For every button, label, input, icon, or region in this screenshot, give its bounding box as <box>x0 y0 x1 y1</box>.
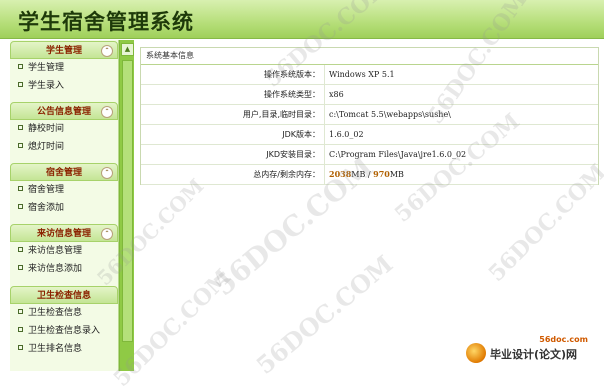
sidebar-item-student-manage[interactable]: 学生管理 <box>10 59 118 77</box>
app-title: 学生宿舍管理系统 <box>18 9 194 34</box>
menu-group-title: 宿舍管理 <box>45 168 82 178</box>
brand-site: 56doc.com <box>539 335 588 344</box>
bullet-icon <box>18 125 23 130</box>
collapse-icon[interactable]: ⌃ <box>101 106 113 118</box>
collapse-icon[interactable]: ⌃ <box>101 228 113 240</box>
memory-value: 2038MB / 970MB <box>329 169 404 179</box>
bullet-icon <box>18 64 23 69</box>
sidebar: 学生管理 ⌃ 学生管理 学生录入 公告信息管理 ⌃ 静校时间 熄灯时间 宿舍管理… <box>10 40 119 371</box>
menu-group-notice: 公告信息管理 ⌃ 静校时间 熄灯时间 <box>10 102 118 156</box>
info-row: 总内存/剩余内存： 2038MB / 970MB <box>141 165 598 185</box>
system-info-panel: 系统基本信息 操作系统版本： Windows XP 5.1 操作系统类型： x8… <box>140 47 599 185</box>
menu-group-title: 公告信息管理 <box>36 107 91 117</box>
bullet-icon <box>18 265 23 270</box>
menu-group-title: 来访信息管理 <box>36 229 91 239</box>
bullet-icon <box>18 82 23 87</box>
info-row: JDK版本： 1.6.0_02 <box>141 125 598 145</box>
menu-group-header[interactable]: 公告信息管理 ⌃ <box>10 102 118 120</box>
bullet-icon <box>18 186 23 191</box>
logo-icon <box>466 343 486 363</box>
info-row: 用户,目录,临时目录： c:\Tomcat 5.5\webapps\sushe\ <box>141 105 598 125</box>
bullet-icon <box>18 309 23 314</box>
watermark: 56DOC.COM <box>250 249 399 380</box>
collapse-icon[interactable]: ⌃ <box>101 167 113 179</box>
bullet-icon <box>18 143 23 148</box>
sidebar-item-hygiene-add[interactable]: 卫生检查信息录入 <box>10 322 118 340</box>
bullet-icon <box>18 247 23 252</box>
brand-name: 毕业设计(论文)网 <box>490 348 578 361</box>
sidebar-item-hygiene-rank[interactable]: 卫生排名信息 <box>10 340 118 358</box>
menu-group-title: 学生管理 <box>45 46 82 56</box>
bullet-icon <box>18 204 23 209</box>
sidebar-scrollbar[interactable]: ▲ <box>119 40 134 371</box>
app-header: 学生宿舍管理系统 <box>0 0 604 39</box>
menu-group-header[interactable]: 卫生检查信息 <box>10 286 118 304</box>
menu-group-student: 学生管理 ⌃ 学生管理 学生录入 <box>10 41 118 95</box>
bullet-icon <box>18 345 23 350</box>
menu-group-visitor: 来访信息管理 ⌃ 来访信息管理 来访信息添加 <box>10 224 118 278</box>
sidebar-item-lights-out[interactable]: 熄灯时间 <box>10 138 118 156</box>
sidebar-item-hygiene-info[interactable]: 卫生检查信息 <box>10 304 118 322</box>
scroll-thumb[interactable] <box>122 60 133 342</box>
sidebar-item-visitor-manage[interactable]: 来访信息管理 <box>10 242 118 260</box>
sidebar-item-dorm-manage[interactable]: 宿舍管理 <box>10 181 118 199</box>
panel-title: 系统基本信息 <box>141 48 598 65</box>
brand-logo: 56doc.com 毕业设计(论文)网 <box>466 335 596 365</box>
menu-group-dorm: 宿舍管理 ⌃ 宿舍管理 宿舍添加 <box>10 163 118 217</box>
collapse-icon[interactable]: ⌃ <box>101 45 113 57</box>
menu-group-header[interactable]: 学生管理 ⌃ <box>10 41 118 59</box>
menu-group-hygiene: 卫生检查信息 卫生检查信息 卫生检查信息录入 卫生排名信息 <box>10 286 118 358</box>
sidebar-item-dorm-add[interactable]: 宿舍添加 <box>10 199 118 217</box>
sidebar-item-visitor-add[interactable]: 来访信息添加 <box>10 260 118 278</box>
bullet-icon <box>18 327 23 332</box>
info-row: 操作系统版本： Windows XP 5.1 <box>141 65 598 85</box>
menu-group-header[interactable]: 来访信息管理 ⌃ <box>10 224 118 242</box>
sidebar-item-student-add[interactable]: 学生录入 <box>10 77 118 95</box>
scroll-up-icon[interactable]: ▲ <box>121 43 134 56</box>
info-row: 操作系统类型： x86 <box>141 85 598 105</box>
info-row: JKD安装目录： C:\Program Files\Java\jre1.6.0_… <box>141 145 598 165</box>
sidebar-item-quiet-time[interactable]: 静校时间 <box>10 120 118 138</box>
menu-group-title: 卫生检查信息 <box>36 291 91 301</box>
menu-group-header[interactable]: 宿舍管理 ⌃ <box>10 163 118 181</box>
